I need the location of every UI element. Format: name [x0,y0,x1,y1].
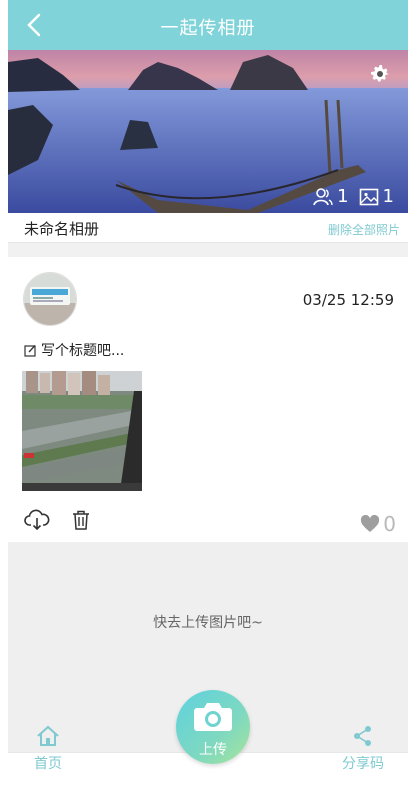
tab-share-code[interactable]: 分享码 [342,725,384,773]
upload-label: 上传 [199,742,227,758]
members-icon [313,187,333,205]
tab-share-code-label: 分享码 [342,756,384,772]
photo-post: 03/25 12:59 写个标题吧... 0 [8,257,408,542]
home-icon [37,725,59,746]
heart-icon [361,515,380,532]
empty-state-text: 快去上传图片吧~ [153,615,263,631]
section-divider [8,243,408,257]
upload-camera-button[interactable]: 上传 [176,690,250,764]
tab-home-label: 首页 [34,756,62,772]
member-count: 1 [337,186,349,207]
photos-icon [359,188,378,205]
caption-placeholder: 写个标题吧... [41,343,125,359]
page-title: 一起传相册 [160,18,256,39]
tab-home[interactable]: 首页 [34,725,62,773]
post-actions [24,509,92,531]
post-photo-thumbnail[interactable] [22,371,142,491]
post-timestamp: 03/25 12:59 [302,291,394,309]
like-button[interactable]: 0 [360,512,396,536]
share-icon [354,726,371,746]
camera-icon [194,703,232,731]
delete-all-photos-link[interactable]: 删除全部照片 [328,221,400,238]
album-info-row: 未命名相册 删除全部照片 [8,214,408,243]
album-name[interactable]: 未命名相册 [24,218,99,239]
trash-icon[interactable] [70,509,92,531]
top-bar: 一起传相册 [8,0,408,50]
edit-icon [24,344,36,357]
avatar[interactable] [23,272,77,326]
like-count: 0 [383,512,396,536]
caption-input[interactable]: 写个标题吧... [24,340,124,360]
album-stats: 1 1 [313,186,394,207]
download-cloud-icon[interactable] [24,509,50,531]
album-cover-image[interactable]: 1 1 [8,50,408,213]
photo-count: 1 [382,186,394,207]
settings-gear-icon[interactable] [368,62,392,86]
